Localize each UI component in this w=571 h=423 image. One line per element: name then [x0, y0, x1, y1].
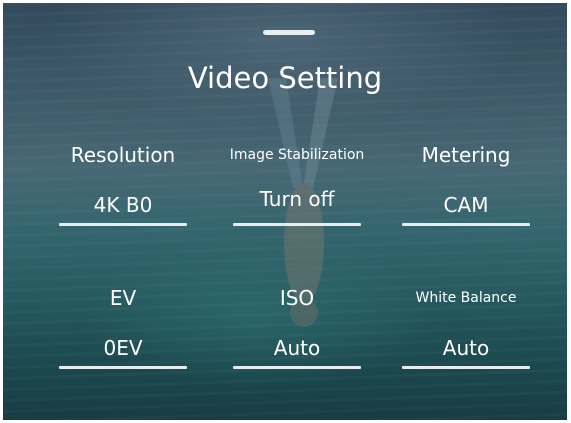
value-underline [233, 366, 361, 369]
value-underline [59, 366, 187, 369]
setting-iso[interactable]: ISO Auto [209, 285, 385, 369]
camera-screen: Video Setting Resolution 4K B0 Image Sta… [3, 3, 567, 420]
setting-value[interactable]: 0EV [35, 335, 211, 361]
setting-value[interactable]: CAM [378, 192, 554, 218]
value-underline [402, 366, 530, 369]
setting-label: Resolution [70, 143, 176, 167]
panel-title: Video Setting [187, 61, 383, 95]
setting-value[interactable]: Auto [209, 335, 385, 361]
setting-value[interactable]: Turn off [209, 186, 385, 212]
setting-label: ISO [279, 286, 315, 310]
setting-metering[interactable]: Metering CAM [378, 142, 554, 226]
setting-label: Metering [421, 143, 511, 167]
drag-handle[interactable] [263, 30, 315, 35]
setting-value[interactable]: 4K B0 [35, 192, 211, 218]
setting-label: White Balance [415, 290, 517, 306]
value-underline [233, 223, 361, 226]
setting-value[interactable]: Auto [378, 335, 554, 361]
setting-image-stabilization[interactable]: Image Stabilization Turn off [209, 142, 385, 226]
value-underline [402, 223, 530, 226]
setting-white-balance[interactable]: White Balance Auto [378, 285, 554, 369]
setting-ev[interactable]: EV 0EV [35, 285, 211, 369]
value-underline [59, 223, 187, 226]
setting-label: EV [109, 286, 137, 310]
setting-resolution[interactable]: Resolution 4K B0 [35, 142, 211, 226]
setting-label: Image Stabilization [229, 147, 365, 163]
